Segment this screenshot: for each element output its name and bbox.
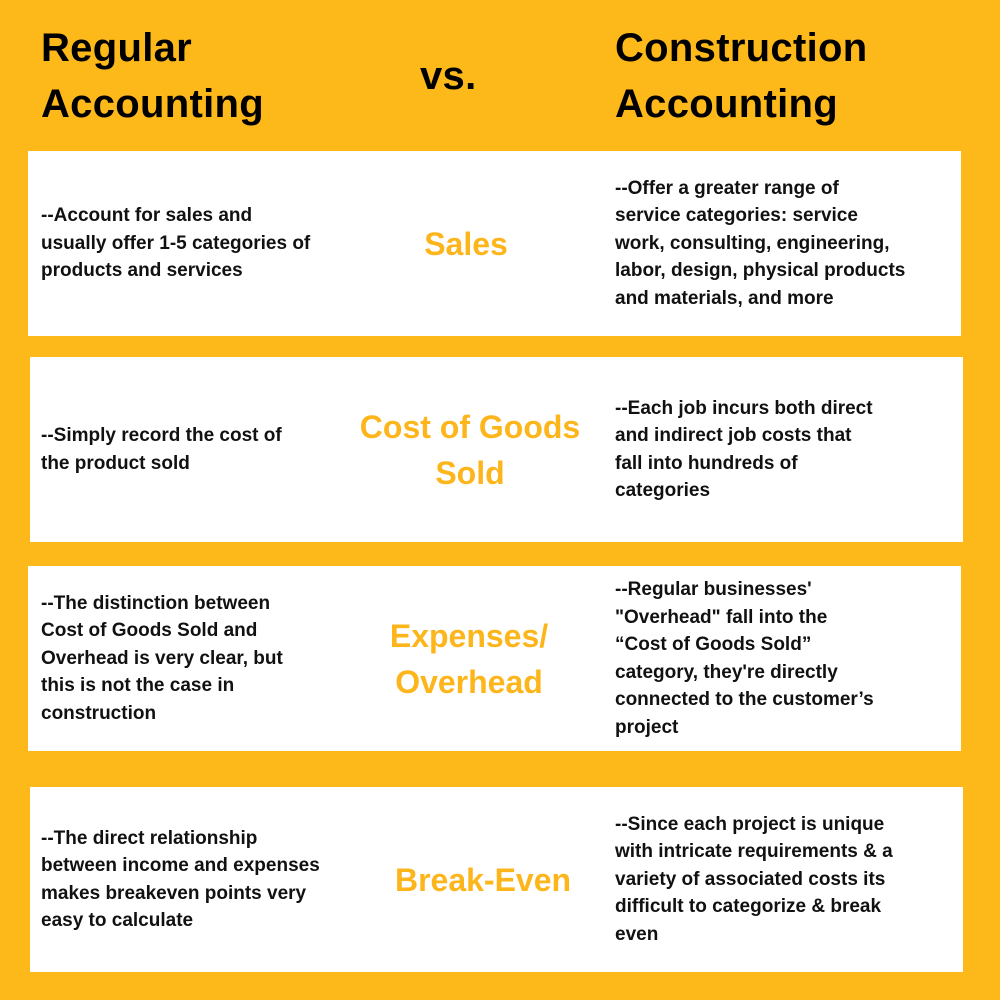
construction-description: --Each job incurs both direct and indire… [615, 397, 873, 502]
comparison-row-break-even: --The direct relationship between income… [30, 787, 963, 972]
category-label: Expenses/ Overhead [389, 617, 549, 700]
regular-description: --Account for sales and usually offer 1-… [41, 205, 311, 282]
comparison-row-expenses: --The distinction between Cost of Goods … [28, 566, 961, 751]
comparison-row-cogs: --Simply record the cost of the product … [30, 357, 963, 542]
regular-description: --The direct relationship between income… [41, 827, 320, 932]
regular-description: --Simply record the cost of the product … [41, 425, 282, 474]
construction-description: --Since each project is unique with intr… [615, 813, 893, 945]
regular-accounting-title: Regular Accounting [41, 26, 264, 126]
category-label: Sales [424, 225, 508, 262]
construction-accounting-title: Construction Accounting [615, 26, 868, 126]
regular-description: --The distinction between Cost of Goods … [41, 592, 283, 724]
category-label: Cost of Goods Sold [359, 408, 581, 491]
category-label: Break-Even [394, 861, 572, 898]
construction-description: --Regular businesses' "Overhead" fall in… [615, 579, 874, 738]
vs-label: vs. [420, 54, 477, 98]
comparison-row-sales: --Account for sales and usually offer 1-… [28, 151, 961, 336]
construction-description: --Offer a greater range of service categ… [615, 177, 906, 309]
